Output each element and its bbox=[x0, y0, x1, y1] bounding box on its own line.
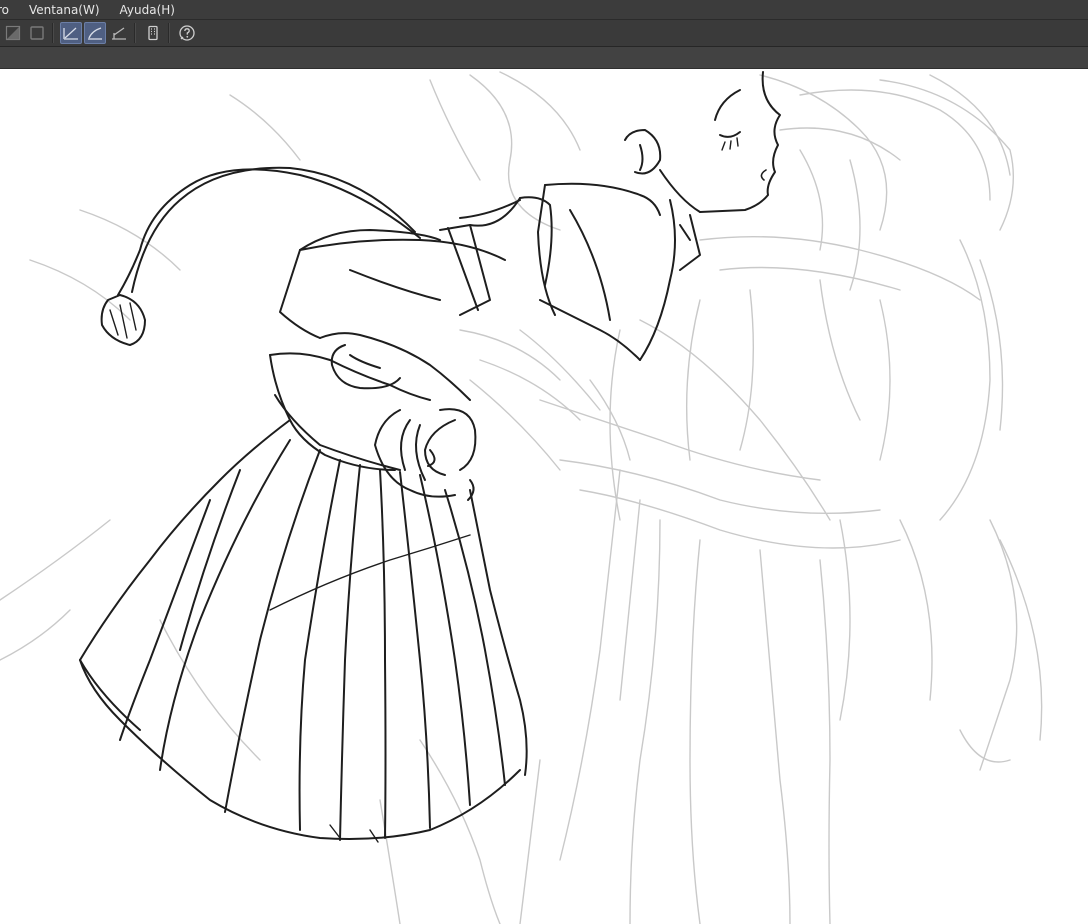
menu-item-partial[interactable]: ro bbox=[0, 0, 19, 20]
menu-item-window[interactable]: Ventana(W) bbox=[19, 0, 110, 20]
ink-lineart-layer bbox=[79, 71, 781, 843]
device-icon bbox=[145, 25, 161, 41]
layer-frame-icon bbox=[29, 25, 45, 41]
clip-studio-window: ro Ventana(W) Ayuda(H) bbox=[0, 0, 1088, 924]
device-settings-button[interactable] bbox=[142, 22, 164, 44]
snap-to-grid-button[interactable] bbox=[108, 22, 130, 44]
ruler-snap-icon bbox=[62, 25, 80, 41]
toolbar-separator bbox=[168, 23, 170, 43]
grid-snap-icon bbox=[110, 25, 128, 41]
menu-bar: ro Ventana(W) Ayuda(H) bbox=[0, 0, 1088, 20]
help-icon bbox=[178, 24, 196, 42]
help-button[interactable] bbox=[176, 22, 198, 44]
sketch-artwork bbox=[0, 71, 1043, 924]
toolbar-separator bbox=[52, 23, 54, 43]
snap-to-special-ruler-button[interactable] bbox=[84, 22, 106, 44]
command-toolbar bbox=[0, 20, 1088, 47]
drawing-canvas[interactable] bbox=[0, 69, 1088, 924]
special-ruler-snap-icon bbox=[86, 25, 104, 41]
layer-fill-button[interactable] bbox=[2, 22, 24, 44]
menu-item-help[interactable]: Ayuda(H) bbox=[110, 0, 185, 20]
toolbar-separator bbox=[134, 23, 136, 43]
layer-frame-button[interactable] bbox=[26, 22, 48, 44]
snap-to-ruler-button[interactable] bbox=[60, 22, 82, 44]
canvas-info-bar bbox=[0, 47, 1088, 69]
layer-fill-icon bbox=[5, 25, 21, 41]
